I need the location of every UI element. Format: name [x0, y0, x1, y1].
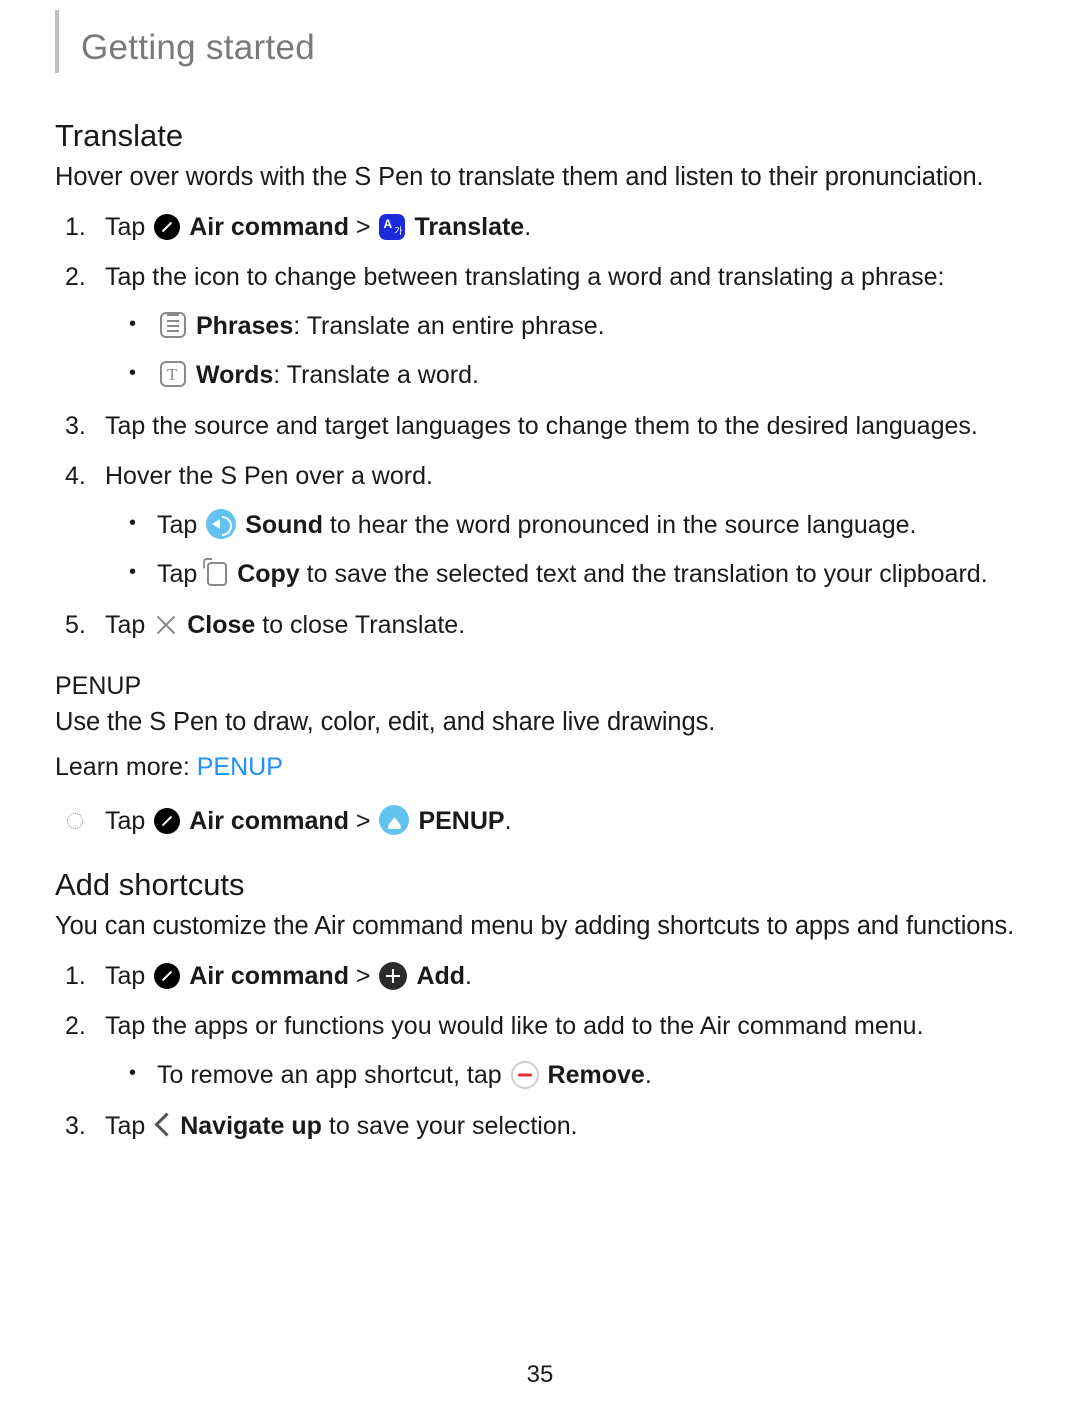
translate-heading: Translate — [55, 118, 1025, 154]
phrases-desc: : Translate an entire phrase. — [293, 312, 604, 340]
prefix: Tap — [157, 511, 204, 539]
translate-label: Translate — [414, 213, 524, 241]
prefix: Tap — [105, 1112, 152, 1140]
translate-step4-sub: Tap Sound to hear the word pronounced in… — [105, 506, 1025, 594]
translate-steps: Tap Air command > Translate. Tap the ico… — [55, 208, 1025, 645]
phrases-item: Phrases: Translate an entire phrase. — [157, 307, 1025, 346]
air-command-label: Air command — [189, 962, 349, 990]
text: Hover the S Pen over a word. — [105, 462, 433, 490]
text: Tap the icon to change between translati… — [105, 263, 944, 291]
prefix: Tap — [105, 807, 152, 835]
page-number: 35 — [0, 1361, 1080, 1389]
shortcuts-step2-sub: To remove an app shortcut, tap Remove. — [105, 1056, 1025, 1095]
air-command-icon — [154, 214, 180, 240]
prefix: Tap — [157, 560, 204, 588]
sep: > — [349, 962, 378, 990]
shortcuts-steps: Tap Air command > Add. Tap the apps or f… — [55, 957, 1025, 1146]
navigate-up-icon — [156, 1114, 171, 1136]
copy-label: Copy — [237, 560, 300, 588]
sep: > — [349, 807, 378, 835]
close-icon — [155, 614, 177, 636]
sound-label: Sound — [245, 511, 323, 539]
remove-icon — [511, 1061, 539, 1089]
shortcuts-step-1: Tap Air command > Add. — [105, 957, 1025, 996]
text: Tap the source and target languages to c… — [105, 412, 978, 440]
translate-step2-sub: Phrases: Translate an entire phrase. Wor… — [105, 307, 1025, 395]
penup-heading: PENUP — [55, 672, 1025, 701]
period: . — [465, 962, 472, 990]
translate-step-4: Hover the S Pen over a word. Tap Sound t… — [105, 457, 1025, 593]
add-icon — [379, 962, 407, 990]
penup-step: Tap Air command > PENUP. — [105, 802, 1025, 841]
page: Getting started Translate Hover over wor… — [0, 10, 1080, 1407]
period: . — [505, 807, 512, 835]
translate-intro: Hover over words with the S Pen to trans… — [55, 160, 1025, 196]
words-icon — [160, 361, 186, 387]
copy-icon — [207, 562, 227, 586]
remove-label: Remove — [548, 1061, 645, 1089]
shortcuts-intro: You can customize the Air command menu b… — [55, 909, 1025, 945]
remove-item: To remove an app shortcut, tap Remove. — [157, 1056, 1025, 1095]
translate-icon — [379, 214, 405, 240]
sep: > — [349, 213, 378, 241]
period: . — [645, 1061, 652, 1089]
shortcuts-step-3: Tap Navigate up to save your selection. — [105, 1107, 1025, 1146]
sound-icon — [206, 509, 236, 539]
shortcuts-step-2: Tap the apps or functions you would like… — [105, 1007, 1025, 1095]
air-command-icon — [154, 963, 180, 989]
desc: to save your selection. — [322, 1112, 578, 1140]
translate-step-2: Tap the icon to change between translati… — [105, 258, 1025, 394]
sound-desc: to hear the word pronounced in the sourc… — [323, 511, 916, 539]
air-command-label: Air command — [189, 213, 349, 241]
shortcuts-heading: Add shortcuts — [55, 867, 1025, 903]
penup-step-list: Tap Air command > PENUP. — [55, 802, 1025, 841]
header-title: Getting started — [81, 10, 1025, 73]
header-bar: Getting started — [55, 10, 1025, 73]
add-label: Add — [416, 962, 465, 990]
penup-learn-more: Learn more: PENUP — [55, 753, 1025, 782]
text: Tap the apps or functions you would like… — [105, 1012, 924, 1040]
learn-prefix: Learn more: — [55, 753, 197, 781]
text: Tap — [105, 213, 152, 241]
desc: to close Translate. — [255, 611, 465, 639]
translate-step-1: Tap Air command > Translate. — [105, 208, 1025, 247]
penup-intro: Use the S Pen to draw, color, edit, and … — [55, 705, 1025, 741]
air-command-icon — [154, 808, 180, 834]
words-item: Words: Translate a word. — [157, 356, 1025, 395]
penup-link[interactable]: PENUP — [197, 753, 283, 781]
copy-desc: to save the selected text and the transl… — [300, 560, 988, 588]
sound-item: Tap Sound to hear the word pronounced in… — [157, 506, 1025, 545]
close-label: Close — [187, 611, 255, 639]
air-command-label: Air command — [189, 807, 349, 835]
copy-item: Tap Copy to save the selected text and t… — [157, 555, 1025, 594]
phrases-icon — [160, 312, 186, 338]
navup-label: Navigate up — [180, 1112, 322, 1140]
period: . — [524, 213, 531, 241]
prefix: To remove an app shortcut, tap — [157, 1061, 509, 1089]
phrases-label: Phrases — [196, 312, 293, 340]
translate-step-5: Tap Close to close Translate. — [105, 606, 1025, 645]
prefix: Tap — [105, 962, 152, 990]
words-desc: : Translate a word. — [273, 361, 479, 389]
translate-step-3: Tap the source and target languages to c… — [105, 407, 1025, 446]
penup-icon — [379, 805, 409, 835]
penup-label: PENUP — [418, 807, 504, 835]
words-label: Words — [196, 361, 273, 389]
prefix: Tap — [105, 611, 152, 639]
